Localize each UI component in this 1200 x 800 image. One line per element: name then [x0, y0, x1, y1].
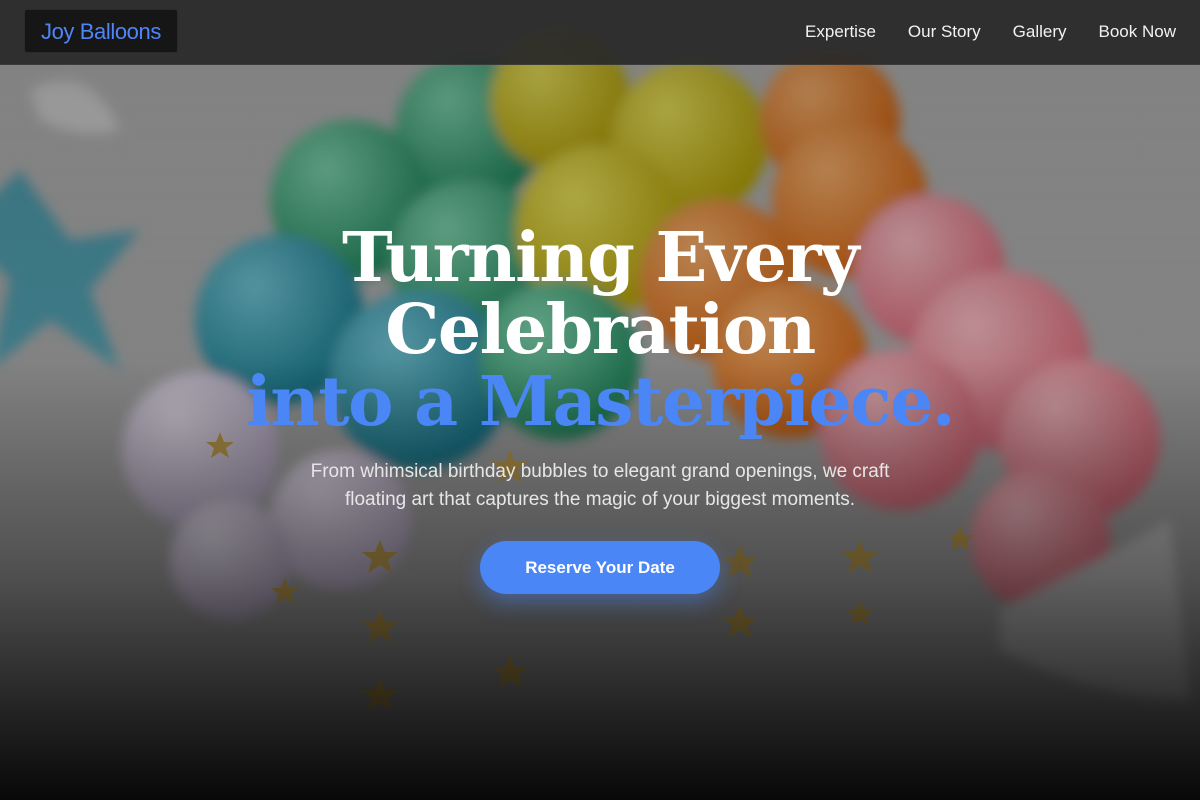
headline-accent: into a Masterpiece.: [245, 362, 956, 442]
nav-link-book-now[interactable]: Book Now: [1099, 22, 1176, 42]
subtitle-line-2: floating art that captures the magic of …: [344, 489, 856, 510]
top-navbar: Joy Balloons Expertise Our Story Gallery…: [0, 0, 1200, 65]
subtitle-line-1: From whimsical birthday bubbles to elega…: [310, 461, 890, 482]
hero-headline: Turning Every Celebration into a Masterp…: [0, 222, 1200, 438]
main-navigation: Expertise Our Story Gallery Book Now: [805, 0, 1176, 64]
nav-link-gallery[interactable]: Gallery: [1013, 22, 1067, 42]
nav-link-expertise[interactable]: Expertise: [805, 22, 876, 42]
headline-line-1: Turning Every: [342, 218, 860, 298]
nav-link-our-story[interactable]: Our Story: [908, 22, 981, 42]
reserve-date-button[interactable]: Reserve Your Date: [480, 541, 720, 594]
headline-line-2: Celebration: [385, 290, 816, 370]
brand-logo[interactable]: Joy Balloons: [24, 9, 178, 53]
hero-subtitle: From whimsical birthday bubbles to elega…: [250, 458, 950, 514]
